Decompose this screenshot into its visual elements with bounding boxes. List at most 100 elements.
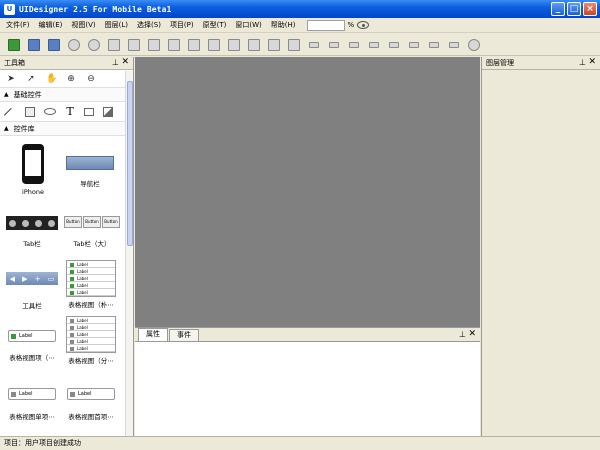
maximize-button[interactable]: □: [567, 2, 581, 16]
bring-forward-icon[interactable]: [266, 37, 282, 53]
menu-file[interactable]: 文件(F): [6, 20, 30, 30]
scrollbar-thumb[interactable]: [127, 81, 133, 246]
line-tool-icon[interactable]: [3, 107, 19, 122]
menu-view[interactable]: 视图(V): [71, 20, 95, 30]
section-basic[interactable]: ▲ 基础控件: [0, 88, 133, 102]
control-iphone[interactable]: iPhone: [8, 144, 58, 196]
control-navbar[interactable]: 导航栏: [62, 156, 118, 188]
menu-layer[interactable]: 图层(L): [105, 20, 128, 30]
control-label: 表格视图项（⋯: [9, 354, 55, 362]
zoom-out-icon[interactable]: ⊖: [86, 74, 96, 84]
align-left-icon[interactable]: [306, 37, 322, 53]
control-tableview-first[interactable]: Label 表格视图首项⋯: [62, 388, 120, 420]
pin-icon[interactable]: ⊥: [112, 58, 119, 67]
control-tableview-grouped[interactable]: Label Label Label Label Label 表格视图（分⋯: [62, 316, 120, 365]
control-tabbar[interactable]: Tab栏: [4, 216, 60, 248]
cut-icon[interactable]: [106, 37, 122, 53]
cell-label: Label: [67, 268, 115, 275]
cell-label: Label: [67, 324, 115, 331]
control-label: 表格视图（分⋯: [68, 357, 114, 365]
menu-project[interactable]: 项目(P): [170, 20, 194, 30]
align-middle-icon[interactable]: [386, 37, 402, 53]
menu-window[interactable]: 窗口(W): [235, 20, 261, 30]
cell-label: Label: [67, 317, 115, 324]
save-all-icon[interactable]: [46, 37, 62, 53]
minimize-button[interactable]: _: [551, 2, 565, 16]
control-toolbar[interactable]: ◀ ▶ + ▭ 工具栏: [4, 272, 60, 310]
zoom-input[interactable]: [306, 19, 345, 31]
zoom-in-icon[interactable]: ⊕: [66, 74, 76, 84]
preview-eye-icon[interactable]: [357, 21, 370, 29]
align-center-icon[interactable]: [326, 37, 342, 53]
toolbox-title: 工具箱: [4, 59, 25, 67]
design-canvas[interactable]: [135, 57, 480, 327]
control-tableview-single[interactable]: Label 表格视图单项⋯: [4, 388, 60, 420]
tab-events[interactable]: 事件: [169, 329, 199, 341]
paste-icon[interactable]: [146, 37, 162, 53]
control-tableview-item[interactable]: Label 表格视图项（⋯: [4, 330, 60, 362]
control-label: 表格视图（朴⋯: [68, 301, 114, 309]
layers-title: 图层管理: [486, 59, 514, 67]
collapse-caret-icon: ▲: [4, 91, 9, 98]
tableview-grouped-preview: Label Label Label Label Label: [66, 316, 116, 353]
section-controls-label: 控件库: [13, 124, 35, 133]
control-tableview-plain[interactable]: Label Label Label Label Label 表格视图（朴⋯: [62, 260, 120, 309]
text-tool-icon[interactable]: T: [65, 106, 75, 117]
align-top-icon[interactable]: [366, 37, 382, 53]
control-label: 表格视图单项⋯: [9, 413, 55, 420]
distribute-v-icon[interactable]: [446, 37, 462, 53]
pin-icon[interactable]: ⊥: [579, 58, 586, 67]
properties-tabs: 属性 事件 ⊥ ✕: [135, 328, 480, 342]
redo-icon[interactable]: [86, 37, 102, 53]
toolbar-preview: ◀ ▶ + ▭: [6, 272, 58, 285]
control-label: 表格视图首项⋯: [68, 413, 114, 420]
save-icon[interactable]: [26, 37, 42, 53]
new-icon[interactable]: [6, 37, 22, 53]
distribute-h-icon[interactable]: [426, 37, 442, 53]
bring-front-icon[interactable]: [226, 37, 242, 53]
menu-prototype[interactable]: 原型(T): [203, 20, 227, 30]
section-controls[interactable]: ▲ 控件库: [0, 122, 133, 136]
cell-preview: Label: [8, 388, 56, 400]
close-icon[interactable]: ✕: [588, 57, 596, 67]
cell-preview: Label: [8, 330, 56, 342]
cell-label: Label: [67, 289, 115, 296]
zoom-unit: %: [347, 21, 355, 29]
pin-icon[interactable]: ⊥: [459, 330, 466, 339]
ellipse-tool-icon[interactable]: [44, 108, 56, 115]
image-tool-icon[interactable]: [103, 106, 113, 117]
undo-icon[interactable]: [66, 37, 82, 53]
select-arrow-icon[interactable]: ➤: [6, 74, 16, 84]
iphone-preview: [22, 144, 44, 184]
close-button[interactable]: ×: [583, 2, 597, 16]
close-icon[interactable]: ✕: [121, 57, 129, 67]
window-controls: _ □ ×: [551, 2, 597, 16]
send-backward-icon[interactable]: [286, 37, 302, 53]
menu-help[interactable]: 帮助(H): [271, 20, 296, 30]
window-title: UIDesigner 2.5 For Mobile Beta1: [19, 4, 172, 14]
tab-properties[interactable]: 属性: [138, 328, 168, 341]
copy-icon[interactable]: [126, 37, 142, 53]
menu-select[interactable]: 选择(S): [137, 20, 161, 30]
textfield-tool-icon[interactable]: [84, 107, 94, 116]
cell-label: Label: [67, 282, 115, 289]
collapse-caret-icon: ▲: [4, 125, 9, 132]
ungroup-icon[interactable]: [206, 37, 222, 53]
toolbox-panel: 工具箱 ⊥ ✕ ➤ ➚ ✋ ⊕ ⊖ ▲ 基础控件 T ▲ 控件库 iPhone …: [0, 57, 134, 436]
app-icon: U: [4, 3, 15, 15]
send-back-icon[interactable]: [246, 37, 262, 53]
close-icon[interactable]: ✕: [468, 329, 476, 339]
align-right-icon[interactable]: [346, 37, 362, 53]
direct-select-icon[interactable]: ➚: [26, 74, 36, 84]
toolbox-scrollbar[interactable]: [125, 71, 133, 436]
group-icon[interactable]: [186, 37, 202, 53]
image-icon[interactable]: [166, 37, 182, 53]
control-label: 导航栏: [80, 180, 100, 188]
align-bottom-icon[interactable]: [406, 37, 422, 53]
rectangle-tool-icon[interactable]: [25, 106, 35, 117]
properties-panel: 属性 事件 ⊥ ✕: [135, 327, 480, 436]
hand-icon[interactable]: ✋: [46, 74, 57, 84]
play-icon[interactable]: [466, 37, 482, 53]
control-tabbar-large[interactable]: Button Button Button Tab栏（大）: [62, 216, 122, 248]
menu-edit[interactable]: 编辑(E): [39, 20, 63, 30]
